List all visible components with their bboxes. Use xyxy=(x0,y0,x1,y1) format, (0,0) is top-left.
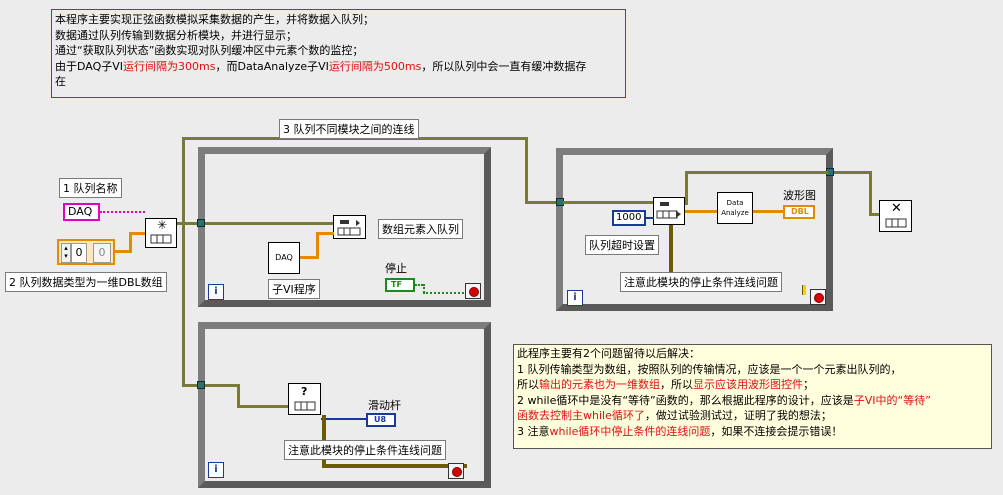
array-index-spinner[interactable]: ▴ ▾ xyxy=(61,243,71,263)
timeout-constant[interactable]: 1000 xyxy=(612,210,646,226)
iteration-terminal: i xyxy=(208,284,224,300)
issue-2a: 2 while循环中是没有“等待”函数的，那么根据此程序的设计，应该是子VI中的… xyxy=(517,393,931,407)
wire-label-3: 3 队列不同模块之间的连线 xyxy=(279,119,419,139)
queue-type-label: 2 队列数据类型为一维DBL数组 xyxy=(5,272,167,292)
note-line-5: 在 xyxy=(55,75,66,89)
note-line-1: 本程序主要实现正弦函数模拟采集数据的产生，并将数据入队列； xyxy=(55,13,374,26)
array-wire-top[interactable] xyxy=(316,232,334,235)
queue-wire-to-right-loop[interactable] xyxy=(525,201,560,204)
iteration-terminal: i xyxy=(208,462,224,478)
waveform-label: 波形图 xyxy=(783,189,816,202)
array-element[interactable]: 0 xyxy=(93,243,111,263)
sun-icon: ✳ xyxy=(157,218,168,232)
queue-icon xyxy=(150,234,172,244)
get-queue-status-node[interactable]: ? xyxy=(288,383,321,415)
stop-label: 停止 xyxy=(385,262,407,275)
bottom-issues-note: 此程序主要有2个问题留待以后解决： 1 队列传输类型为数组，按照队列的传输情况，… xyxy=(513,344,992,449)
release-queue-node[interactable]: ✕ xyxy=(879,200,912,232)
issue-1b: 所以输出的元素也为一维数组，所以显示应该用波形图控件； xyxy=(517,378,814,392)
queue-wire-inside-bottom[interactable] xyxy=(205,384,240,387)
queue-icon xyxy=(294,401,316,411)
stop-wire-note-left: 注意此模块的停止条件连线问题 xyxy=(284,440,446,460)
daq-subvi[interactable]: DAQ xyxy=(268,242,300,274)
stop-boolean-control[interactable]: TF xyxy=(385,278,415,292)
error-wire-h[interactable] xyxy=(322,464,467,468)
loop-condition-terminal[interactable] xyxy=(448,463,464,479)
queue-wire-right-out[interactable] xyxy=(832,171,872,174)
array-wire-vertical[interactable] xyxy=(316,232,319,259)
queue-icon xyxy=(885,218,907,228)
array-index[interactable]: 0 xyxy=(71,243,87,263)
subvi-label: 子VI程序 xyxy=(268,279,320,299)
stop-wire-c xyxy=(423,292,467,294)
block-diagram: 本程序主要实现正弦函数模拟采集数据的产生，并将数据入队列； 数据通过队列传输到数… xyxy=(0,0,1003,495)
dequeue-element-node[interactable] xyxy=(653,197,685,225)
loop-condition-terminal[interactable] xyxy=(810,289,826,305)
x-icon: ✕ xyxy=(891,201,902,216)
issues-title: 此程序主要有2个问题留待以后解决： xyxy=(517,347,700,360)
slider-indicator: U8 xyxy=(366,413,396,427)
top-description-note: 本程序主要实现正弦函数模拟采集数据的产生，并将数据入队列； 数据通过队列传输到数… xyxy=(51,9,626,98)
enqueue-icon xyxy=(337,220,361,236)
queue-wire-inside-right-out[interactable] xyxy=(685,171,828,174)
queue-wire-right-vertical[interactable] xyxy=(525,137,528,203)
queue-name-label: 1 队列名称 xyxy=(59,178,122,198)
waveform-graph-terminal: DBL xyxy=(783,205,815,219)
iteration-terminal: i xyxy=(567,290,583,306)
daq-string-constant[interactable]: DAQ xyxy=(63,203,100,221)
timeout-wire[interactable] xyxy=(646,217,654,219)
question-icon: ? xyxy=(301,385,308,398)
queue-wire-left-vertical[interactable] xyxy=(182,137,185,387)
loop-tunnel xyxy=(197,219,205,227)
queue-wire-inside-top-loop[interactable] xyxy=(205,222,333,225)
stop-wire-a xyxy=(415,284,423,286)
array-wire-in[interactable] xyxy=(685,210,717,213)
type-wire-v[interactable] xyxy=(129,232,132,253)
dequeue-icon xyxy=(656,202,681,219)
loop-condition-terminal[interactable] xyxy=(465,283,481,299)
array-wire-out[interactable] xyxy=(753,210,783,213)
slider-label: 滑动杆 xyxy=(368,399,401,412)
note-line-4: 由于DAQ子VI运行间隔为300ms，而DataAnalyze子VI运行间隔为5… xyxy=(55,59,587,73)
enqueue-element-node[interactable] xyxy=(333,215,366,239)
error-wire-right-h[interactable] xyxy=(802,285,806,295)
error-wire-right-v[interactable] xyxy=(669,225,673,273)
count-wire[interactable] xyxy=(321,418,366,420)
queue-wire-inside-bottom-h[interactable] xyxy=(237,405,288,408)
type-wire-h2[interactable] xyxy=(129,232,146,235)
queue-wire-inside-right[interactable] xyxy=(563,201,655,204)
loop-tunnel xyxy=(197,381,205,389)
enqueue-label: 数组元素入队列 xyxy=(378,219,463,239)
note-line-3: 通过“获取队列状态”函数实现对队列缓冲区中元素个数的监控； xyxy=(55,44,364,58)
analyze-line-1: Data xyxy=(726,199,744,207)
string-wire[interactable] xyxy=(100,211,145,213)
issue-1a: 1 队列传输类型为数组，按照队列的传输情况，应该是一个一个元素出队列的， xyxy=(517,362,902,376)
issue-3: 3 注意while循环中停止条件的连线问题，如果不连接会提示错误！ xyxy=(517,424,843,438)
analyze-line-2: Analyze xyxy=(721,209,749,217)
numeric-array-constant[interactable]: ▴ ▾ 0 0 xyxy=(57,239,115,265)
stop-wire-note-right: 注意此模块的停止条件连线问题 xyxy=(620,272,782,292)
queue-wire-right-drop[interactable] xyxy=(869,171,872,216)
timeout-label: 队列超时设置 xyxy=(585,235,659,255)
data-analyze-subvi[interactable]: Data Analyze xyxy=(717,192,753,224)
note-line-2: 数据通过队列传输到数据分析模块，并进行显示； xyxy=(55,28,297,42)
obtain-queue-node[interactable]: ✳ xyxy=(145,218,177,248)
queue-wire-inside-right-up[interactable] xyxy=(685,171,688,205)
issue-2b: 函数去控制主while循环了，做过试验测试过，证明了我的想法； xyxy=(517,409,832,423)
